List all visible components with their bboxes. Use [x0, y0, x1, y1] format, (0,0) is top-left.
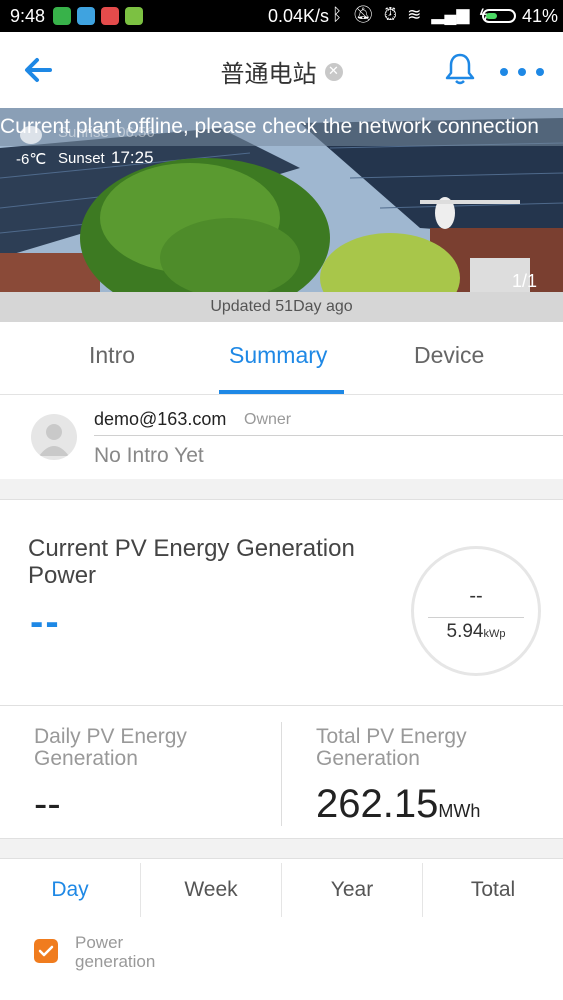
- android-app-icon: [125, 7, 143, 25]
- current-power-value: --: [30, 600, 61, 644]
- top-nav-bar: 普通电站 ✕: [0, 32, 563, 108]
- alarm-icon: ⏰︎: [383, 5, 398, 24]
- offline-status-icon: ✕: [324, 62, 343, 81]
- current-power-label: Current PV Energy Generation Power: [28, 535, 355, 589]
- tab-summary[interactable]: Summary: [229, 342, 327, 369]
- bell-icon[interactable]: [444, 52, 476, 86]
- energy-col-divider: [281, 722, 282, 826]
- gauge-divider: [428, 617, 524, 618]
- video-app-icon: [101, 7, 119, 25]
- page-title-container: 普通电站 ✕: [0, 54, 563, 89]
- plant-photo-banner[interactable]: Current plant offline, please check the …: [0, 108, 563, 292]
- status-time: 9:48: [10, 6, 46, 26]
- sunset-label: Sunset: [58, 150, 105, 167]
- total-energy-label: Total PV Energy Generation: [316, 725, 467, 770]
- period-tab-year[interactable]: Year: [282, 859, 422, 921]
- period-tab-week[interactable]: Week: [141, 859, 281, 921]
- tab-device[interactable]: Device: [414, 342, 484, 369]
- weather-widget: Sunrise 06:56 -6℃ Sunset 17:25: [14, 124, 174, 178]
- checkbox-checked-icon[interactable]: [34, 939, 58, 963]
- play-store-icon: [77, 7, 95, 25]
- total-energy-value: 262.15MWh: [316, 782, 481, 826]
- signal-icon: ▂▄▆: [431, 5, 470, 24]
- daily-energy-label: Daily PV Energy Generation: [34, 725, 187, 770]
- sim-app-icon: [53, 7, 71, 25]
- main-tabs: Intro Summary Device: [0, 322, 563, 395]
- bluetooth-icon: ᛒ: [332, 5, 343, 24]
- current-power-card: Current PV Energy Generation Power -- --…: [0, 499, 563, 706]
- period-tab-total[interactable]: Total: [423, 859, 563, 921]
- wifi-icon: ≋: [407, 5, 422, 24]
- avatar: [31, 414, 77, 460]
- more-options-icon[interactable]: [500, 68, 544, 76]
- daily-energy-value: --: [34, 782, 61, 826]
- owner-intro: No Intro Yet: [94, 444, 204, 467]
- chart-legend: Power generation: [0, 920, 563, 1000]
- period-tabs: Day Week Year Total: [0, 858, 563, 921]
- owner-role: Owner: [244, 411, 292, 428]
- status-icons: ᛒ 🔕︎ ⏰︎ ≋ ▂▄▆ ϟ: [332, 5, 489, 25]
- tab-intro[interactable]: Intro: [89, 342, 135, 369]
- active-tab-indicator: [219, 390, 344, 394]
- temperature: -6℃: [16, 151, 47, 168]
- gauge-value: --: [469, 585, 483, 607]
- last-updated-bar: Updated 51Day ago: [0, 292, 563, 322]
- gauge-capacity: 5.94kWp: [446, 621, 506, 642]
- owner-section[interactable]: demo@163.com Owner No Intro Yet: [0, 395, 563, 479]
- capacity-gauge: -- 5.94kWp: [411, 546, 541, 676]
- period-tab-day[interactable]: Day: [0, 859, 140, 921]
- sun-icon: [20, 126, 42, 144]
- person-icon: [39, 424, 69, 456]
- battery-icon: [482, 9, 516, 23]
- legend-label: Power generation: [75, 933, 156, 971]
- owner-divider: [94, 435, 563, 436]
- page-title: 普通电站: [220, 60, 317, 88]
- silent-icon: 🔕︎: [352, 5, 374, 24]
- photo-page-indicator: 1/1: [511, 271, 537, 291]
- owner-email: demo@163.com: [94, 409, 227, 429]
- status-bar: 9:48 0.04K/s ᛒ 🔕︎ ⏰︎ ≋ ▂▄▆ ϟ 41%: [0, 0, 563, 32]
- sunset-time: 17:25: [111, 148, 154, 167]
- battery-percent: 41%: [522, 6, 559, 26]
- notification-icons: [53, 7, 143, 25]
- energy-generation-card: Daily PV Energy Generation -- Total PV E…: [0, 706, 563, 839]
- sunrise-label: Sunrise 06:56: [58, 124, 155, 141]
- network-speed: 0.04K/s: [268, 6, 330, 26]
